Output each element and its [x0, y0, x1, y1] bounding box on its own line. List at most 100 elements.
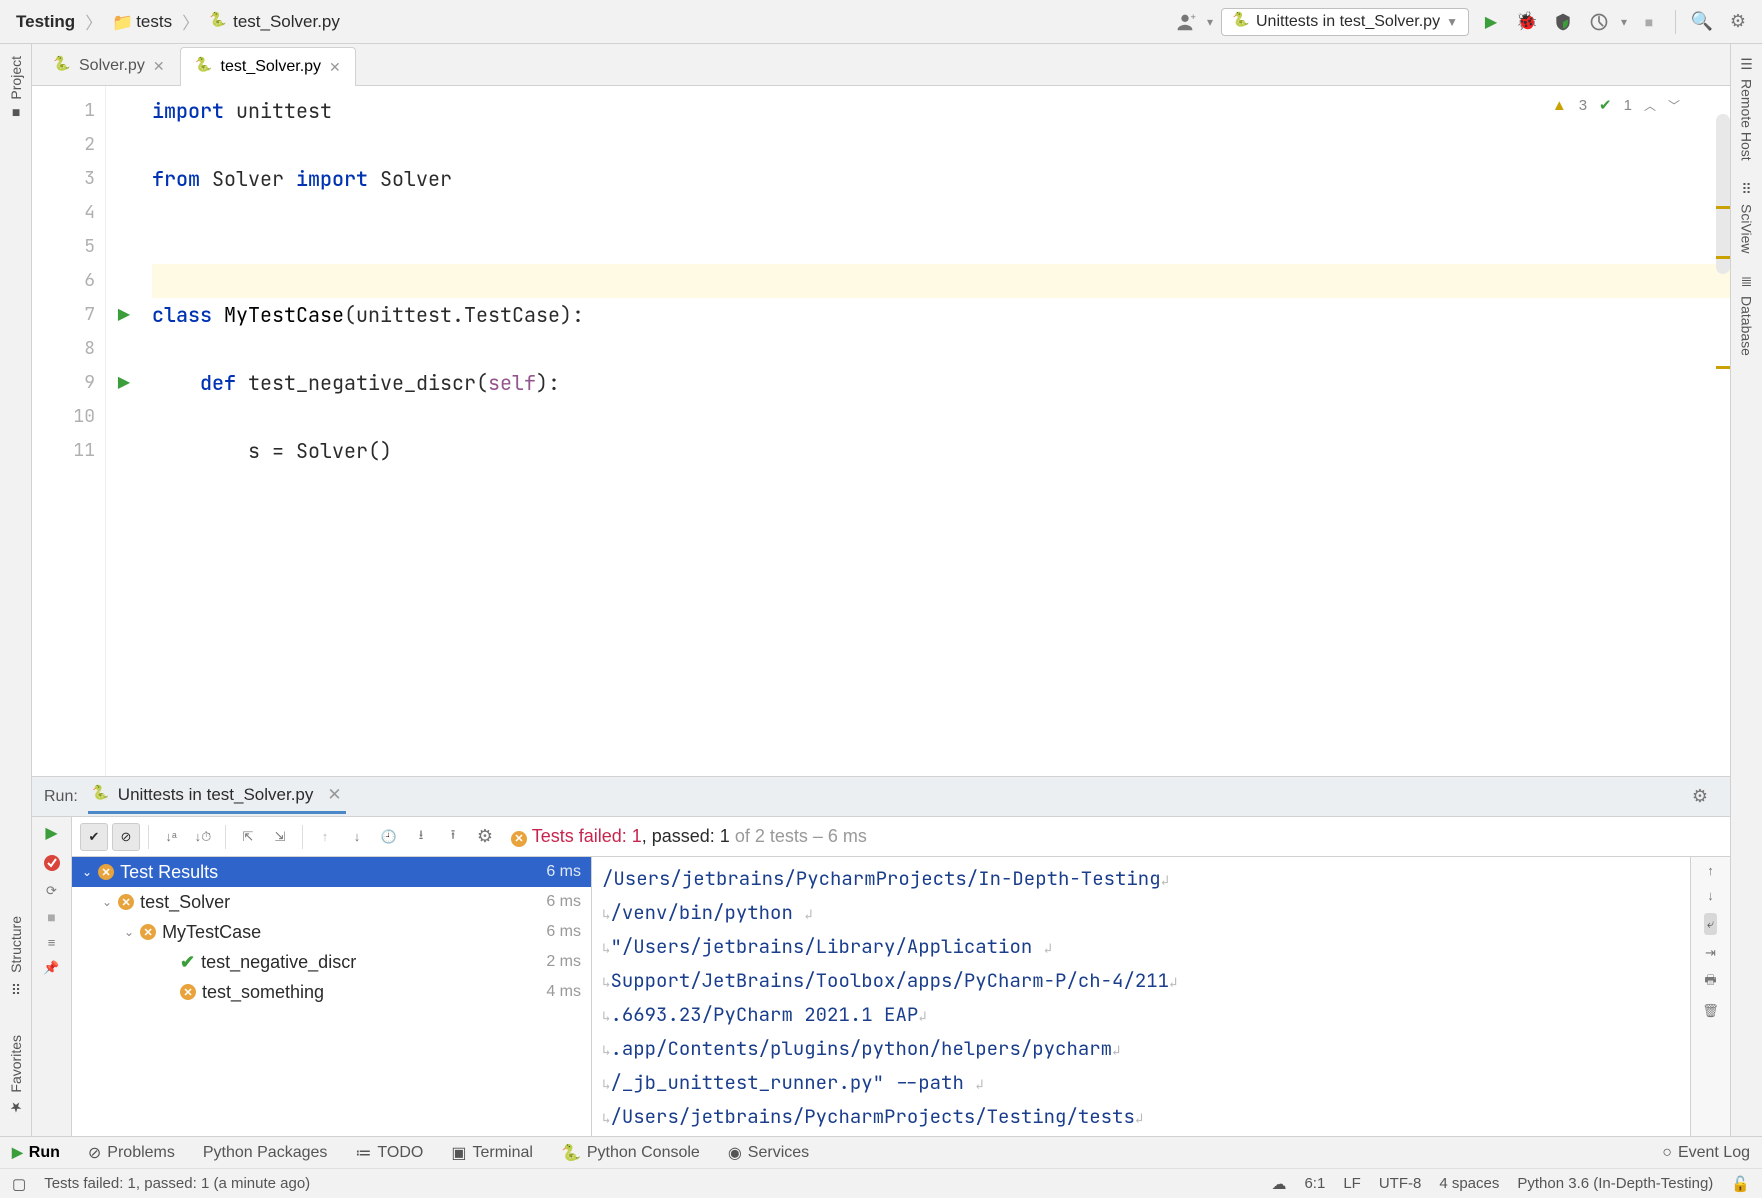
line-number[interactable]: 9 — [32, 366, 95, 400]
chevron-down-icon[interactable]: ⌄ — [82, 865, 92, 879]
code-line[interactable] — [152, 230, 1730, 264]
terminal-tool-button[interactable]: ▣Terminal — [451, 1143, 533, 1163]
export-button[interactable]: ⭱ — [439, 823, 467, 851]
line-number[interactable]: 10 — [32, 400, 95, 434]
line-number[interactable]: 4 — [32, 196, 95, 230]
structure-tool[interactable]: ⠿Structure — [8, 916, 24, 996]
services-tool-button[interactable]: ◉Services — [728, 1143, 809, 1163]
scroll-end-button[interactable]: ⇥ — [1705, 945, 1716, 961]
todo-tool-button[interactable]: ≔TODO — [355, 1143, 423, 1163]
chevron-down-icon[interactable]: ▾ — [1621, 15, 1627, 29]
editor-tab[interactable]: test_Solver.py✕ — [180, 47, 356, 86]
print-button[interactable]: 🖶 — [1704, 971, 1716, 993]
close-icon[interactable]: ✕ — [153, 58, 165, 75]
editor-scrollbar[interactable] — [1716, 114, 1730, 274]
console-line[interactable]: ↳Support/JetBrains/Toolbox/apps/PyCharm-… — [602, 965, 1680, 999]
line-number[interactable]: 1 — [32, 94, 95, 128]
test-tree-row[interactable]: ⌄✕MyTestCase6 ms — [72, 917, 591, 947]
gutter-icons[interactable]: ▶ ▶ — [106, 86, 142, 776]
run-tool-button[interactable]: ▶Run — [12, 1144, 60, 1162]
import-button[interactable]: ⭳ — [407, 823, 435, 851]
code-editor[interactable]: 1234567891011 ▶ ▶ import unittest from S… — [32, 86, 1730, 776]
prev-test-button[interactable]: ↑ — [311, 823, 339, 851]
interpreter-widget[interactable]: Python 3.6 (In-Depth-Testing) — [1517, 1175, 1713, 1192]
console-line[interactable]: ↳.app/Contents/plugins/python/helpers/py… — [602, 1033, 1680, 1067]
clear-button[interactable]: 🗑 — [1702, 1003, 1719, 1019]
toggle-auto-test-button[interactable]: ⟳ — [46, 883, 57, 899]
expand-all-button[interactable]: ⇱ — [234, 823, 262, 851]
gutter-run-icon[interactable]: ▶ — [106, 366, 142, 400]
sort-duration-button[interactable]: ↓⏱ — [189, 823, 217, 851]
gear-icon[interactable]: ⚙ — [1692, 786, 1708, 807]
next-test-button[interactable]: ↓ — [343, 823, 371, 851]
test-tree-row[interactable]: ✔test_negative_discr2 ms — [72, 947, 591, 977]
line-number[interactable]: 3 — [32, 162, 95, 196]
up-button[interactable]: ↑ — [1707, 863, 1714, 878]
search-everywhere-button[interactable]: 🔍 — [1688, 8, 1716, 36]
show-ignored-button[interactable]: ⊘ — [112, 823, 140, 851]
console-line[interactable]: ↳/venv/bin/python ↲ — [602, 897, 1680, 931]
stop-button[interactable]: ■ — [47, 909, 55, 925]
code-line[interactable]: from Solver import Solver — [152, 162, 1730, 196]
database-tool[interactable]: ≣Database — [1739, 273, 1755, 356]
code-line[interactable] — [152, 264, 1730, 298]
code-line[interactable]: s = Solver() — [152, 434, 1730, 468]
line-number[interactable]: 2 — [32, 128, 95, 162]
rerun-button[interactable]: ▶ — [45, 823, 57, 843]
problems-tool-button[interactable]: ⊘Problems — [88, 1143, 175, 1163]
test-settings-button[interactable]: ⚙ — [471, 823, 499, 851]
console-line[interactable]: ↳.6693.23/PyCharm 2021.1 EAP↲ — [602, 999, 1680, 1033]
caret-position[interactable]: 6:1 — [1304, 1175, 1325, 1192]
run-tab[interactable]: Unittests in test_Solver.py ✕ — [88, 779, 346, 814]
code-line[interactable]: import unittest — [152, 94, 1730, 128]
line-number[interactable]: 6 — [32, 264, 95, 298]
debug-button[interactable]: 🐞 — [1513, 8, 1541, 36]
history-button[interactable]: 🕘 — [375, 823, 403, 851]
python-console-tool-button[interactable]: 🐍Python Console — [561, 1143, 700, 1163]
line-number[interactable]: 5 — [32, 230, 95, 264]
down-button[interactable]: ↓ — [1707, 888, 1714, 903]
code-line[interactable]: class MyTestCase(unittest.TestCase): — [152, 298, 1730, 332]
favorites-tool[interactable]: ★Favorites — [8, 1035, 24, 1116]
close-icon[interactable]: ✕ — [329, 59, 341, 76]
test-tree-row[interactable]: ⌄✕test_Solver6 ms — [72, 887, 591, 917]
chevron-down-icon[interactable]: ▾ — [1207, 15, 1213, 29]
console-line[interactable]: /Users/jetbrains/PycharmProjects/In-Dept… — [602, 863, 1680, 897]
add-config-button[interactable]: + — [1171, 8, 1199, 36]
sciview-tool[interactable]: ⠿SciView — [1739, 181, 1755, 254]
chevron-down-icon[interactable]: ﹀ — [1668, 97, 1680, 114]
indent-widget[interactable]: 4 spaces — [1439, 1175, 1499, 1192]
test-tree[interactable]: ⌄✕Test Results6 ms⌄✕test_Solver6 ms⌄✕MyT… — [72, 857, 592, 1136]
code-line[interactable] — [152, 332, 1730, 366]
breadcrumb-file[interactable]: test_Solver.py — [203, 10, 346, 34]
warning-marker[interactable] — [1716, 256, 1730, 259]
editor-tab[interactable]: Solver.py✕ — [38, 46, 180, 85]
code-line[interactable]: def test_negative_discr(self): — [152, 366, 1730, 400]
settings-button[interactable]: ⚙ — [1724, 8, 1752, 36]
background-tasks[interactable]: ☁ — [1271, 1175, 1286, 1193]
project-tool[interactable]: ■Project — [8, 56, 24, 122]
breadcrumb-root[interactable]: Testing — [10, 10, 81, 34]
line-number-gutter[interactable]: 1234567891011 — [32, 86, 106, 776]
line-separator[interactable]: LF — [1343, 1175, 1361, 1192]
pin-button[interactable]: 📌 — [43, 960, 59, 976]
layout-button[interactable]: ≡ — [48, 935, 56, 950]
gutter-run-icon[interactable]: ▶ — [106, 298, 142, 332]
coverage-button[interactable] — [1549, 8, 1577, 36]
test-console[interactable]: /Users/jetbrains/PycharmProjects/In-Dept… — [592, 857, 1690, 1136]
chevron-down-icon[interactable]: ⌄ — [102, 895, 112, 909]
stop-button[interactable]: ■ — [1635, 8, 1663, 36]
rerun-failed-button[interactable] — [42, 853, 62, 873]
code-line[interactable] — [152, 128, 1730, 162]
test-tree-row[interactable]: ⌄✕Test Results6 ms — [72, 857, 591, 887]
test-tree-row[interactable]: ✕test_something4 ms — [72, 977, 591, 1007]
console-line[interactable]: ↳/Users/jetbrains/PycharmProjects/Testin… — [602, 1101, 1680, 1135]
file-encoding[interactable]: UTF-8 — [1379, 1175, 1422, 1192]
line-number[interactable]: 7 — [32, 298, 95, 332]
warning-marker[interactable] — [1716, 206, 1730, 209]
line-number[interactable]: 11 — [32, 434, 95, 468]
lock-icon[interactable]: 🔓 — [1731, 1175, 1750, 1193]
remote-host-tool[interactable]: ☰Remote Host — [1739, 56, 1755, 161]
console-line[interactable]: ↳/_jb_unittest_runner.py" --path ↲ — [602, 1067, 1680, 1101]
chevron-up-icon[interactable]: ︿ — [1644, 97, 1656, 114]
